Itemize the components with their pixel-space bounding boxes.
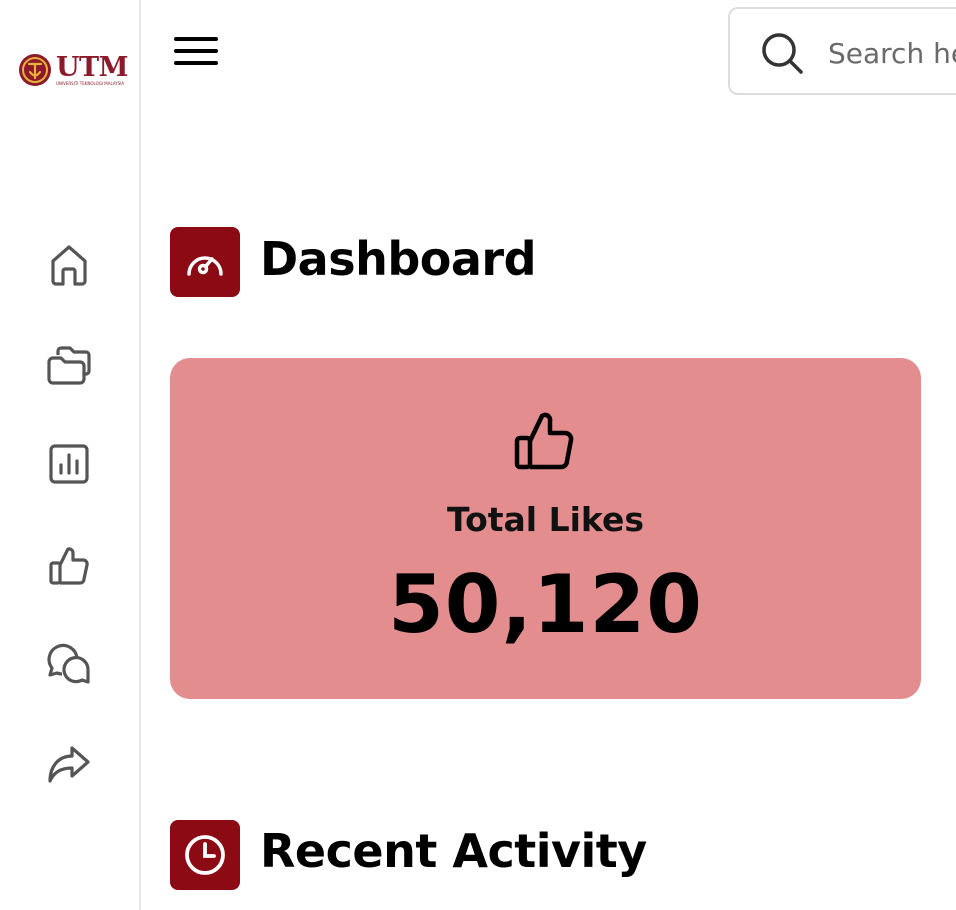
share-icon — [48, 746, 90, 783]
sidebar-item-files[interactable] — [46, 342, 92, 388]
stat-label: Total Likes — [446, 500, 645, 539]
thumbs-up-icon — [514, 412, 574, 470]
sidebar-item-analytics[interactable] — [46, 441, 92, 487]
dashboard-title: Dashboard — [260, 232, 537, 286]
menu-toggle-button[interactable] — [174, 36, 218, 66]
search-input[interactable] — [828, 31, 956, 75]
thumbs-up-icon — [49, 547, 89, 585]
total-likes-card: Total Likes 50,120 — [170, 358, 921, 699]
speedometer-icon — [187, 256, 223, 276]
recent-activity-badge — [170, 820, 240, 890]
hamburger-line — [174, 61, 218, 65]
search-box — [728, 7, 956, 95]
clock-icon — [185, 835, 225, 875]
sidebar-item-likes[interactable] — [46, 542, 92, 588]
hamburger-line — [174, 49, 218, 53]
hamburger-line — [174, 37, 218, 41]
folders-icon — [47, 346, 91, 385]
utm-emblem-icon — [19, 54, 51, 86]
chat-bubbles-icon — [47, 643, 90, 684]
recent-activity-title: Recent Activity — [260, 824, 647, 878]
search-icon[interactable] — [760, 31, 804, 75]
bar-chart-icon — [49, 444, 89, 484]
logo-text: UTM — [56, 52, 129, 83]
sidebar-item-share[interactable] — [46, 741, 92, 787]
home-icon — [51, 245, 87, 286]
logo-subtitle: UNIVERSITI TEKNOLOGI MALAYSIA — [56, 81, 125, 86]
sidebar-item-home[interactable] — [46, 242, 92, 288]
dashboard-badge — [170, 227, 240, 297]
sidebar-item-messages[interactable] — [46, 641, 92, 687]
utm-logo[interactable]: UTM UNIVERSITI TEKNOLOGI MALAYSIA — [18, 52, 129, 92]
stat-value: 50,120 — [388, 558, 703, 651]
sidebar: UTM UNIVERSITI TEKNOLOGI MALAYSIA — [0, 0, 141, 910]
